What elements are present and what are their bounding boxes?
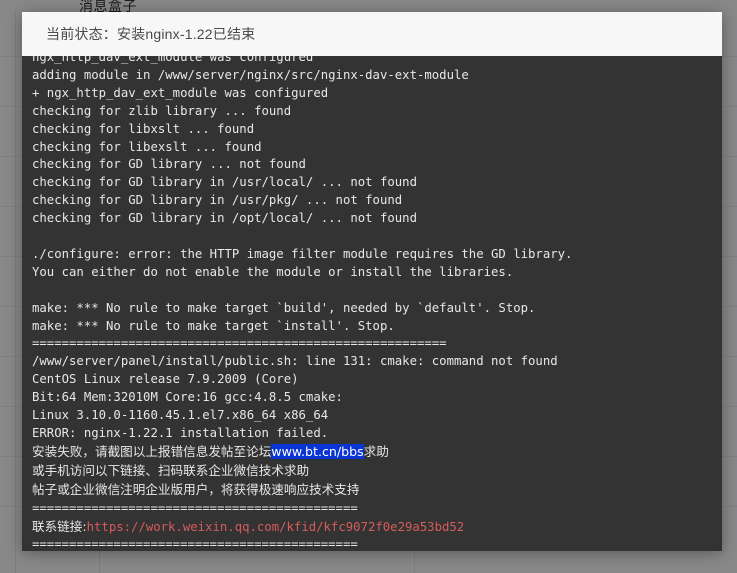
log-text: 安装失败，请截图以上报错信息发帖至论坛 <box>32 443 272 459</box>
line-adding-module: adding module in /www/server/nginx/src/n… <box>32 67 469 82</box>
install-log-modal: 当前状态：安装nginx-1.22已结束 ngx_http_dav_ext_mo… <box>22 12 722 551</box>
line-enterprise-note: 帖子或企业微信注明企业版用户，将获得极速响应技术支持 <box>32 481 722 500</box>
line-contact-link: 联系链接:https://work.weixin.qq.com/kfid/kfc… <box>32 518 722 537</box>
log-text: 帖子或企业微信注明企业版用户，将获得极速响应技术支持 <box>32 481 360 497</box>
log-text: 联系链接: <box>32 518 87 534</box>
line-clipped: ngx_http_dav_ext_module was configured <box>32 56 314 64</box>
forum-url-selected[interactable]: www.bt.cn/bbs <box>271 443 364 459</box>
line-gd-usr-pkg: checking for GD library in /usr/pkg/ ...… <box>32 193 403 208</box>
line-gd: checking for GD library ... not found <box>32 157 306 172</box>
log-separator: ========================================… <box>32 537 358 551</box>
line-libxslt: checking for libxslt ... found <box>32 121 255 136</box>
line-gd-usr-local: checking for GD library in /usr/local/ .… <box>32 175 417 190</box>
modal-header: 当前状态：安装nginx-1.22已结束 <box>22 12 722 56</box>
line-centos: CentOS Linux release 7.9.2009 (Core) <box>32 372 299 387</box>
line-wechat-help: 或手机访问以下链接、扫码联系企业微信技术求助 <box>32 462 722 481</box>
line-sep-1: ========================================… <box>32 336 447 351</box>
contact-url[interactable]: https://work.weixin.qq.com/kfid/kfc9072f… <box>87 520 465 534</box>
log-text: 求助 <box>363 443 389 459</box>
line-blank-2 <box>32 282 722 300</box>
line-kernel: Linux 3.10.0-1160.45.1.el7.x86_64 x86_64 <box>32 408 329 423</box>
log-text: 或手机访问以下链接、扫码联系企业微信技术求助 <box>32 462 310 478</box>
install-status-text: 当前状态：安装nginx-1.22已结束 <box>46 26 256 42</box>
line-configure-error: ./configure: error: the HTTP image filte… <box>32 246 573 261</box>
line-sysinfo: Bit:64 Mem:32010M Core:16 gcc:4.8.5 cmak… <box>32 390 343 405</box>
line-make-install: make: *** No rule to make target `instal… <box>32 318 395 333</box>
line-forum-help: 安装失败，请截图以上报错信息发帖至论坛www.bt.cn/bbs求助 <box>32 443 722 462</box>
page-root: 消息盒子 当前状态：安装nginx-1.22已结束 ngx_http_dav_e… <box>0 0 737 573</box>
line-error-failed: ERROR: nginx-1.22.1 installation failed. <box>32 426 329 441</box>
line-sep-2: ========================================… <box>32 500 722 518</box>
line-libexslt: checking for libexslt ... found <box>32 139 262 154</box>
log-separator: ========================================… <box>32 500 358 515</box>
line-gd-opt-local: checking for GD library in /opt/local/ .… <box>32 211 417 226</box>
line-sep-3: ========================================… <box>32 536 722 551</box>
line-configure-hint: You can either do not enable the module … <box>32 264 514 279</box>
log-line-container: ngx_http_dav_ext_module was configured ad… <box>22 56 722 551</box>
line-zlib: checking for zlib library ... found <box>32 103 292 118</box>
line-blank-1 <box>32 228 722 246</box>
line-make-build: make: *** No rule to make target `build'… <box>32 300 536 315</box>
install-log-panel[interactable]: ngx_http_dav_ext_module was configured ad… <box>22 56 722 551</box>
line-cmake-missing: /www/server/panel/install/public.sh: lin… <box>32 354 558 369</box>
line-dav-configured: + ngx_http_dav_ext_module was configured <box>32 85 329 100</box>
